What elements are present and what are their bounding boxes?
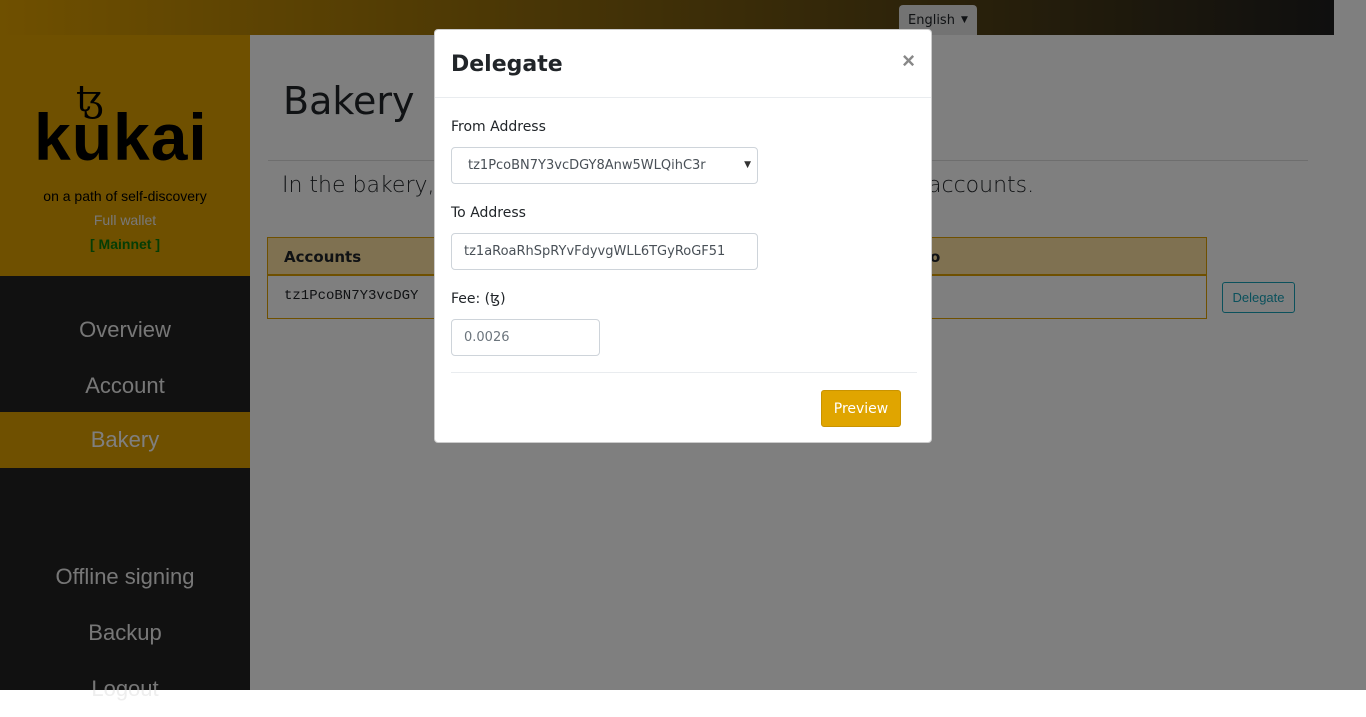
caret-down-icon: ▼ [744,160,751,170]
modal-title: Delegate [451,52,563,77]
modal-header: Delegate × [435,30,931,98]
delegate-modal: Delegate × From Address tz1PcoBN7Y3vcDGY… [434,29,932,443]
close-icon[interactable]: × [902,48,915,74]
from-address-label: From Address [451,119,546,135]
fee-label: Fee: (ꜩ) [451,291,506,307]
from-address-value: tz1PcoBN7Y3vcDGY8Anw5WLQihC3r [468,158,706,173]
to-address-input[interactable]: tz1aRoaRhSpRYvFdyvgWLL6TGyRoGF51 [451,233,758,270]
fee-input[interactable]: 0.0026 [451,319,600,356]
from-address-select[interactable]: tz1PcoBN7Y3vcDGY8Anw5WLQihC3r ▼ [451,147,758,184]
modal-footer-divider [451,372,917,373]
to-address-label: To Address [451,205,526,221]
preview-button[interactable]: Preview [821,390,901,427]
